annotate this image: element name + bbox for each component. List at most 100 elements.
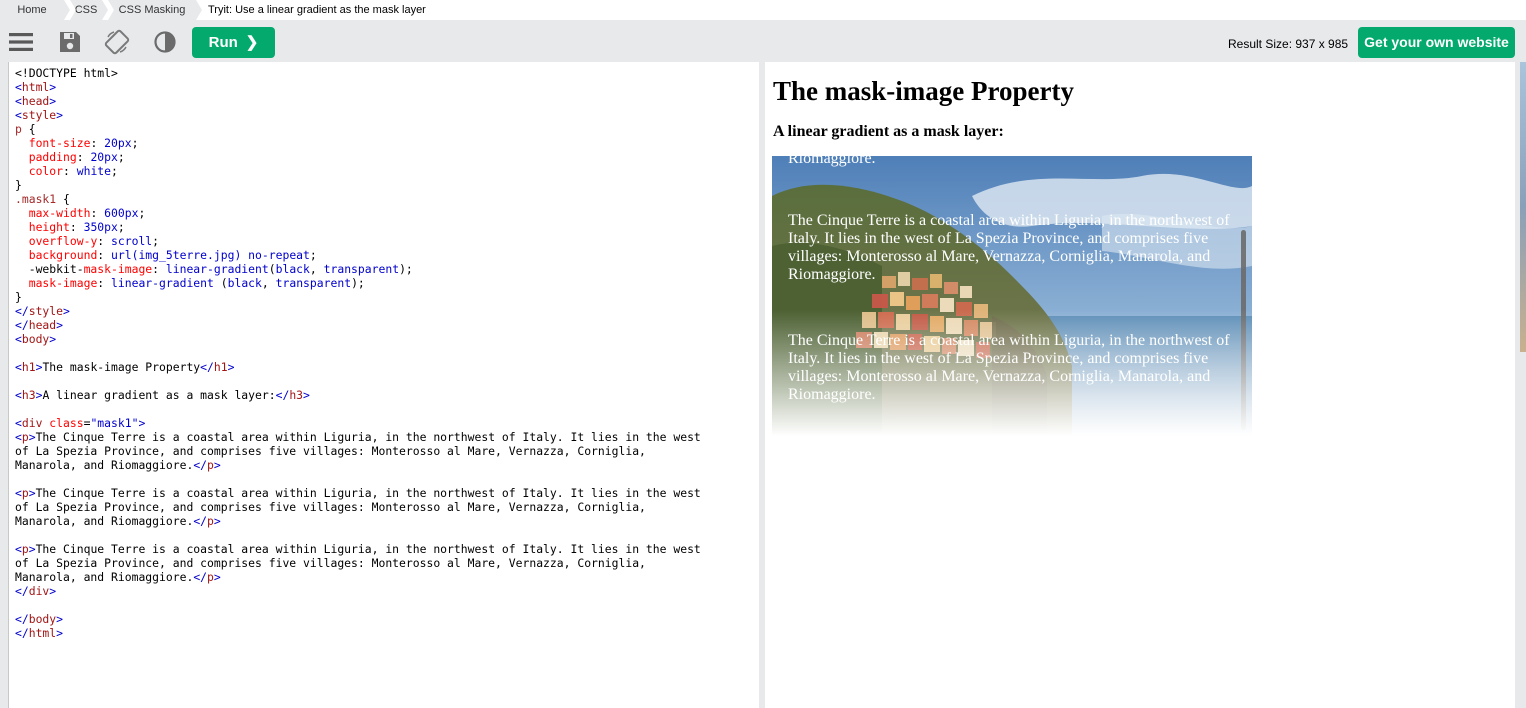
code-token: p (21, 430, 29, 444)
code-token: div (21, 416, 43, 430)
code-token: color (28, 164, 64, 178)
code-token: style (21, 108, 57, 122)
code-line[interactable]: <head> (15, 94, 760, 108)
code-token: The Cinque Terre is a coastal area withi… (35, 542, 701, 556)
code-token: linear-gradient (111, 276, 214, 290)
breadcrumb-home[interactable]: Home (0, 0, 70, 20)
code-token: mask-image (83, 262, 153, 276)
code-token: ); (351, 276, 365, 290)
code-line[interactable]: <p>The Cinque Terre is a coastal area wi… (15, 486, 760, 500)
breadcrumb-current: Tryit: Use a linear gradient as the mask… (208, 4, 426, 16)
code-token: 350px (83, 220, 118, 234)
code-line[interactable] (15, 528, 760, 542)
code-line[interactable]: padding: 20px; (15, 150, 760, 164)
code-editor[interactable]: <!DOCTYPE html> <html> <head> <style> p { fo… (8, 62, 760, 708)
code-token: 20px (90, 150, 118, 164)
result-frame[interactable]: The mask-image Property A linear gradien… (765, 62, 1515, 708)
code-line[interactable]: height: 350px; (15, 220, 760, 234)
code-line[interactable]: </div> (15, 584, 760, 598)
breadcrumb-home-label[interactable]: Home (17, 4, 46, 16)
code-line[interactable]: mask-image: linear-gradient (black, tran… (15, 276, 760, 290)
code-line[interactable]: <p>The Cinque Terre is a coastal area wi… (15, 542, 760, 556)
code-token: > (56, 108, 64, 122)
code-line[interactable]: of La Spezia Province, and comprises fiv… (15, 444, 760, 458)
code-line[interactable]: Manarola, and Riomaggiore.</p> (15, 570, 760, 584)
code-line[interactable]: <html> (15, 80, 760, 94)
code-token: : (69, 220, 84, 234)
mask-container[interactable]: Riomaggiore. The Cinque Terre is a coast… (772, 156, 1252, 436)
code-line[interactable]: max-width: 600px; (15, 206, 760, 220)
code-line[interactable]: } (15, 290, 760, 304)
code-line[interactable]: </head> (15, 318, 760, 332)
breadcrumb-masking-label[interactable]: CSS Masking (119, 4, 186, 16)
code-token: </ (15, 612, 29, 626)
code-line[interactable]: .mask1 { (15, 192, 760, 206)
code-line[interactable]: -webkit-mask-image: linear-gradient(blac… (15, 262, 760, 276)
code-token: </ (15, 584, 29, 598)
code-line[interactable]: of La Spezia Province, and comprises fiv… (15, 556, 760, 570)
rotate-icon[interactable] (104, 29, 130, 55)
code-line[interactable]: <p>The Cinque Terre is a coastal area wi… (15, 430, 760, 444)
scrollbar-thumb[interactable] (1241, 230, 1246, 430)
breadcrumb-css-label[interactable]: CSS (75, 4, 98, 16)
contrast-icon[interactable] (152, 29, 178, 55)
code-line[interactable]: <h3>A linear gradient as a mask layer:</… (15, 388, 760, 402)
code-token: html (28, 626, 57, 640)
code-token: div (28, 584, 50, 598)
code-line[interactable]: <style> (15, 108, 760, 122)
code-line[interactable]: </html> (15, 626, 760, 640)
code-line[interactable] (15, 598, 760, 612)
code-line[interactable]: Manarola, and Riomaggiore.</p> (15, 458, 760, 472)
code-token: h3 (21, 388, 36, 402)
code-line[interactable]: color: white; (15, 164, 760, 178)
code-token: </ (275, 388, 290, 402)
code-line[interactable]: <h1>The mask-image Property</h1> (15, 360, 760, 374)
code-token: < (15, 416, 22, 430)
code-line[interactable]: <body> (15, 332, 760, 346)
code-line[interactable]: background: url(img_5terre.jpg) no-repea… (15, 248, 760, 262)
code-token: Manarola, and Riomaggiore. (15, 458, 194, 472)
code-token: p (207, 514, 214, 528)
code-token: <!DOCTYPE html> (15, 66, 118, 80)
code-token: scroll (111, 234, 153, 248)
code-line[interactable] (15, 402, 760, 416)
code-token: p (207, 570, 214, 584)
result-size: Result Size: 937 x 985 (1228, 37, 1349, 51)
code-token: < (15, 80, 22, 94)
get-own-website-button[interactable]: Get your own website (1358, 27, 1515, 58)
edge-image (1520, 62, 1526, 352)
code-token: > (56, 612, 64, 626)
code-token: </ (15, 318, 29, 332)
code-token: head (28, 318, 57, 332)
code-content[interactable]: <!DOCTYPE html> <html> <head> <style> p { fo… (9, 62, 760, 640)
code-line[interactable]: </body> (15, 612, 760, 626)
code-line[interactable] (15, 374, 760, 388)
code-token: white (76, 164, 112, 178)
save-icon[interactable] (57, 29, 83, 55)
code-token: </ (193, 458, 208, 472)
code-line[interactable]: <!DOCTYPE html> (15, 66, 760, 80)
run-button[interactable]: Run ❯ (192, 27, 275, 58)
code-line[interactable]: overflow-y: scroll; (15, 234, 760, 248)
code-token: of La Spezia Province, and comprises fiv… (15, 556, 646, 570)
code-token: } (15, 290, 22, 304)
code-line[interactable] (15, 472, 760, 486)
breadcrumb-css[interactable]: CSS (70, 0, 108, 20)
breadcrumb-css-masking[interactable]: CSS Masking (108, 0, 202, 20)
code-token: < (15, 332, 22, 346)
code-token: > (63, 304, 70, 318)
code-line[interactable]: font-size: 20px; (15, 136, 760, 150)
code-token: > (56, 318, 64, 332)
code-line[interactable]: of La Spezia Province, and comprises fiv… (15, 500, 760, 514)
code-line[interactable]: </style> (15, 304, 760, 318)
code-token: > (49, 94, 57, 108)
code-token: h1 (213, 360, 228, 374)
code-line[interactable]: } (15, 178, 760, 192)
code-token: } (15, 178, 22, 192)
code-line[interactable]: p { (15, 122, 760, 136)
menu-icon[interactable] (8, 29, 34, 55)
code-line[interactable] (15, 346, 760, 360)
code-line[interactable]: Manarola, and Riomaggiore.</p> (15, 514, 760, 528)
run-label[interactable]: Run (209, 34, 238, 51)
code-line[interactable]: <div class="mask1"> (15, 416, 760, 430)
